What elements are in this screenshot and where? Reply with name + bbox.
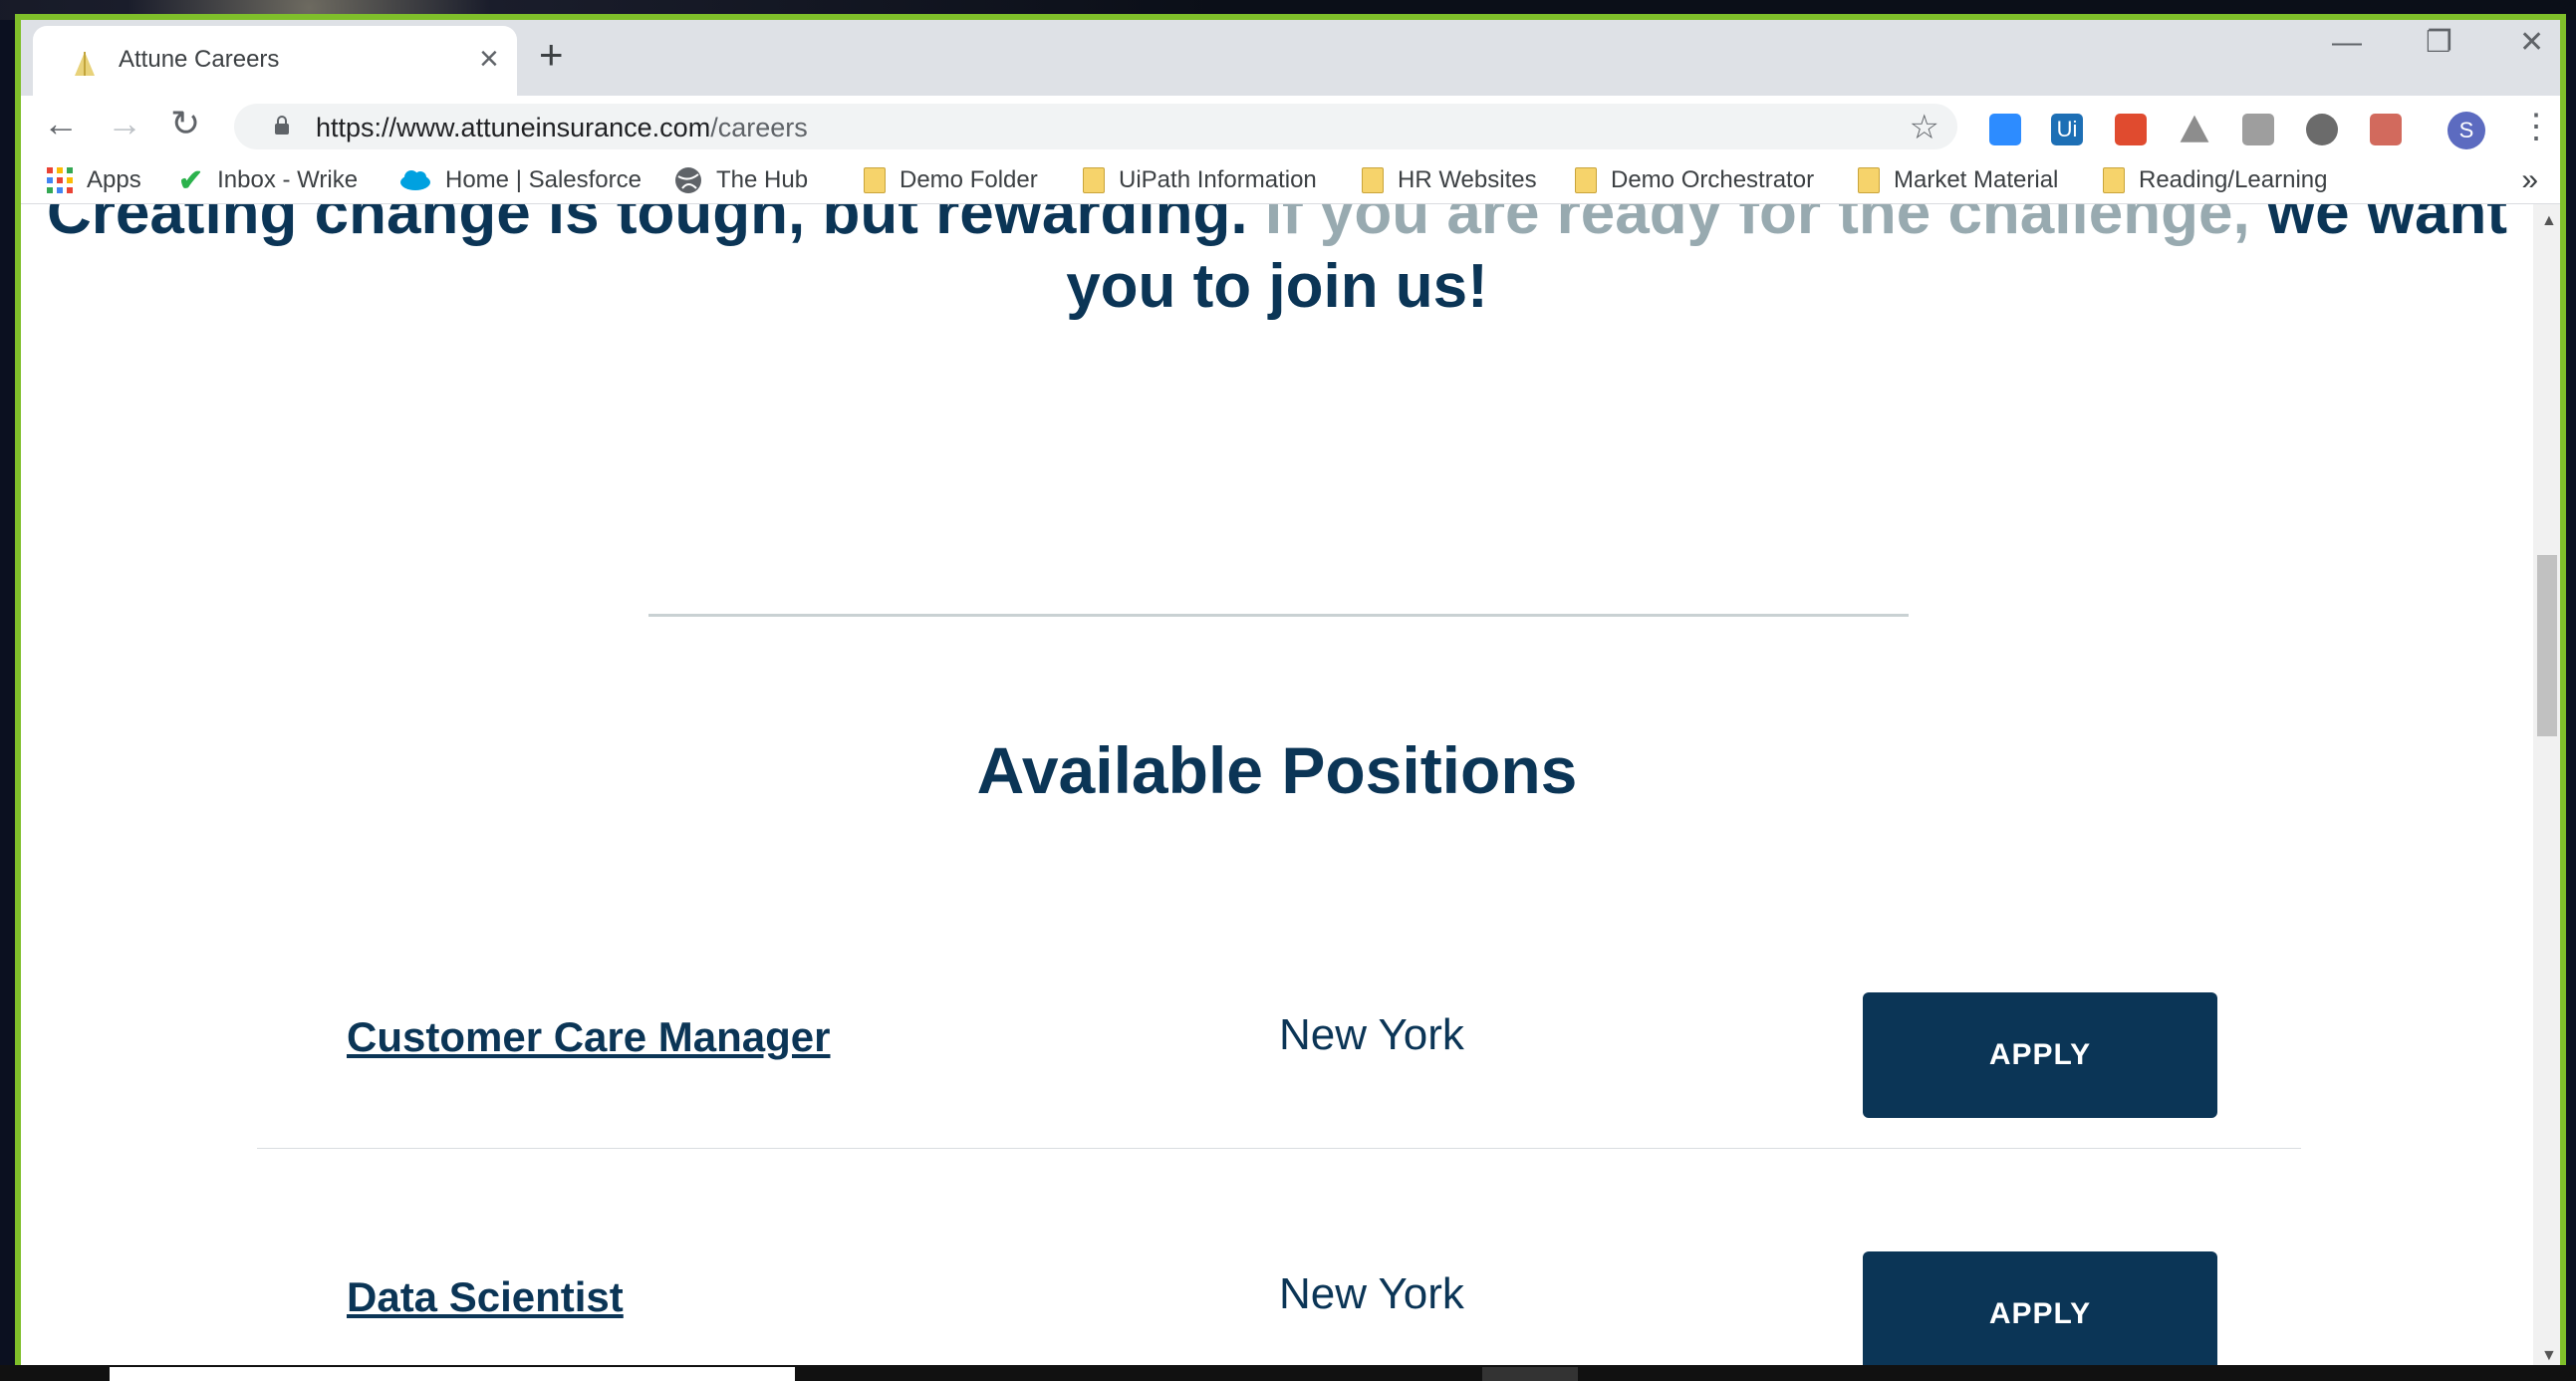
scroll-up-icon[interactable]: ▲: [2541, 212, 2557, 230]
bookmark-the-hub[interactable]: The Hub: [674, 163, 808, 197]
bookmark-label: HR Websites: [1398, 166, 1537, 193]
check-icon: ✔: [178, 163, 204, 197]
section-divider: [648, 614, 1909, 617]
job-row: Data Scientist New York APPLY: [257, 1148, 2301, 1371]
bookmark-label: UiPath Information: [1119, 166, 1317, 193]
apply-button[interactable]: APPLY: [1863, 1251, 2217, 1371]
minimize-icon[interactable]: —: [2332, 28, 2362, 58]
bookmark-hr-websites[interactable]: HR Websites: [1362, 163, 1537, 197]
careers-headline: Creating change is tough, but rewarding.…: [46, 204, 2508, 321]
bookmark-salesforce[interactable]: Home | Salesforce: [399, 163, 642, 197]
bookmark-uipath-information[interactable]: UiPath Information: [1083, 163, 1317, 197]
new-tab-button[interactable]: +: [539, 34, 564, 76]
bookmark-demo-orchestrator[interactable]: Demo Orchestrator: [1575, 163, 1814, 197]
zoom-icon[interactable]: [1989, 114, 2021, 145]
clipper-icon[interactable]: [2115, 114, 2147, 145]
bookmarks-bar: Apps ✔ Inbox - Wrike Home | Salesforce T…: [21, 157, 2560, 204]
job-location: New York: [1279, 1269, 1464, 1318]
bookmark-label: Apps: [87, 166, 141, 193]
tab-strip: Attune Careers × + — ❐ ✕: [21, 20, 2560, 96]
menu-kebab-icon[interactable]: ⋮: [2519, 110, 2553, 143]
bookmark-label: Home | Salesforce: [445, 166, 642, 193]
folder-icon: [1575, 167, 1597, 193]
page-scrollbar[interactable]: ▲ ▼: [2533, 204, 2560, 1371]
bookmark-inbox-wrike[interactable]: ✔ Inbox - Wrike: [178, 163, 358, 197]
drive-icon[interactable]: [2180, 115, 2209, 142]
pdf-icon[interactable]: [2370, 114, 2402, 145]
bookmark-label: Demo Orchestrator: [1611, 166, 1815, 193]
bookmark-label: Reading/Learning: [2139, 166, 2328, 193]
more-bookmarks-icon[interactable]: »: [2521, 163, 2538, 197]
taskbar-strip: [0, 1365, 2576, 1381]
address-bar[interactable]: https://www.attuneinsurance.com/careers …: [234, 104, 1957, 149]
globe-icon: [675, 167, 701, 193]
apps-grid-icon: [47, 167, 73, 193]
restore-icon[interactable]: ❐: [2426, 28, 2452, 58]
folder-icon: [2103, 167, 2125, 193]
bookmark-label: Market Material: [1894, 166, 2059, 193]
job-title-link[interactable]: Customer Care Manager: [347, 1013, 830, 1061]
job-location: New York: [1279, 1010, 1464, 1059]
attune-favicon-icon: [75, 52, 95, 76]
url-text: https://www.attuneinsurance.com/careers: [316, 113, 808, 142]
reload-button[interactable]: ↻: [170, 106, 200, 141]
bookmark-label: Demo Folder: [900, 166, 1038, 193]
bookmark-label: The Hub: [716, 166, 809, 193]
close-window-icon[interactable]: ✕: [2519, 28, 2544, 58]
taskbar-item[interactable]: [1482, 1367, 1578, 1381]
browser-window: Attune Careers × + — ❐ ✕ ← → ↻ https://w…: [15, 14, 2566, 1377]
folder-icon: [1362, 167, 1384, 193]
cloud-icon: [400, 170, 430, 190]
folder-icon: [864, 167, 886, 193]
bookmark-apps[interactable]: Apps: [47, 163, 141, 197]
bookmark-demo-folder[interactable]: Demo Folder: [864, 163, 1038, 197]
close-tab-icon[interactable]: ×: [479, 42, 499, 76]
uipath-icon[interactable]: Ui: [2051, 114, 2083, 145]
tab-title: Attune Careers: [119, 46, 280, 73]
bookmark-label: Inbox - Wrike: [217, 166, 359, 193]
job-row: Customer Care Manager New York APPLY: [257, 891, 2301, 1149]
job-title-link[interactable]: Data Scientist: [347, 1273, 624, 1321]
bookmark-ext-icon[interactable]: [2242, 114, 2274, 145]
lock-icon: [275, 116, 289, 135]
circle-ext-icon[interactable]: [2306, 114, 2338, 145]
scrollbar-thumb[interactable]: [2537, 555, 2557, 736]
apply-button[interactable]: APPLY: [1863, 992, 2217, 1118]
forward-button[interactable]: →: [107, 106, 142, 141]
tab-attune-careers[interactable]: Attune Careers ×: [33, 26, 517, 96]
back-button[interactable]: ←: [43, 106, 79, 141]
bookmark-market-material[interactable]: Market Material: [1858, 163, 2058, 197]
profile-avatar[interactable]: S: [2447, 112, 2485, 149]
page-content: Creating change is tough, but rewarding.…: [21, 204, 2533, 1371]
folder-icon: [1858, 167, 1880, 193]
scroll-down-icon[interactable]: ▼: [2541, 1347, 2557, 1365]
bookmark-reading-learning[interactable]: Reading/Learning: [2103, 163, 2327, 197]
folder-icon: [1083, 167, 1105, 193]
positions-heading: Available Positions: [976, 733, 1578, 807]
taskbar-item[interactable]: [110, 1367, 795, 1381]
browser-toolbar: ← → ↻ https://www.attuneinsurance.com/ca…: [21, 96, 2560, 157]
bookmark-star-icon[interactable]: ☆: [1910, 108, 1939, 147]
